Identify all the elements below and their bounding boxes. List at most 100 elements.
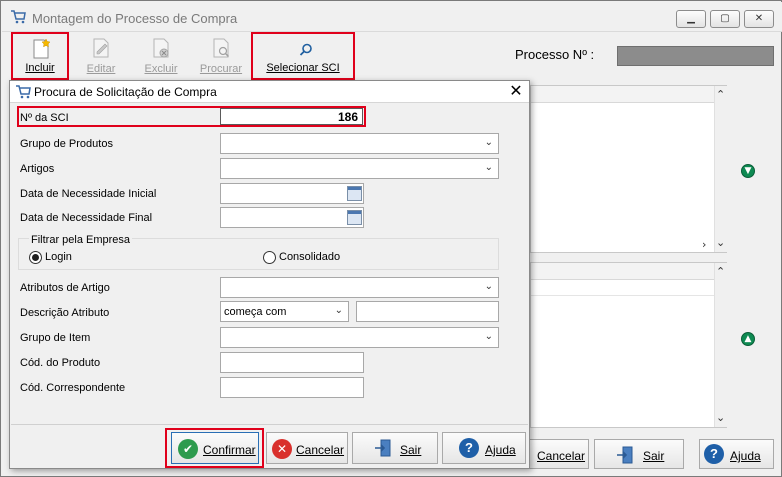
chevron-down-icon: ⌄ — [484, 137, 493, 148]
maximize-icon: ▢ — [720, 13, 730, 24]
dialog-ajuda-label: Ajuda — [485, 443, 516, 457]
radio-consolidado[interactable] — [263, 251, 276, 264]
calendar-icon[interactable] — [347, 186, 362, 201]
main-titlebar: Montagem do Processo de Compra ▁ ▢ ✕ — [2, 2, 782, 32]
confirmar-label: Confirmar — [203, 443, 256, 457]
lower-grid-header — [531, 263, 714, 280]
cancel-icon: ✕ — [272, 439, 292, 459]
descricao-atributo-input[interactable] — [356, 301, 499, 322]
n-sci-value: 186 — [337, 110, 358, 124]
main-sair-label: Sair — [643, 449, 665, 463]
dialog-sair-label: Sair — [400, 443, 422, 457]
scroll-up-icon[interactable]: ⌃ — [716, 88, 725, 101]
filtrar-empresa-label: Filtrar pela Empresa — [29, 234, 133, 246]
close-icon: ✕ — [754, 13, 764, 24]
scroll-down-icon[interactable]: ⌄ — [716, 411, 725, 424]
upper-grid-scrollbar[interactable]: ⌃ ⌄ — [714, 86, 727, 252]
cod-produto-label: Cód. do Produto — [20, 357, 101, 369]
new-document-icon — [33, 38, 51, 59]
artigos-combo[interactable]: ⌄ — [220, 158, 499, 179]
dialog-titlebar: Procura de Solicitação de Compra ✕ — [10, 81, 529, 103]
cod-produto-input[interactable] — [220, 352, 364, 373]
cart-icon — [16, 85, 31, 99]
scroll-right-icon[interactable]: › — [702, 238, 706, 251]
chevron-down-icon: ⌄ — [334, 305, 343, 316]
check-icon: ✔ — [178, 439, 198, 459]
close-icon[interactable]: ✕ — [507, 82, 525, 100]
selecionar-sci-label: Selecionar SCI — [266, 62, 340, 74]
chevron-down-icon: ⌄ — [484, 281, 493, 292]
selecionar-sci-button[interactable]: Selecionar SCI — [251, 32, 355, 80]
close-window-button[interactable]: ✕ — [744, 10, 774, 28]
grupo-item-combo[interactable]: ⌄ — [220, 327, 499, 348]
grupo-item-label: Grupo de Item — [20, 332, 91, 344]
data-final-input[interactable] — [220, 207, 364, 228]
data-inicial-input[interactable] — [220, 183, 364, 204]
move-down-icon[interactable]: ▼ — [741, 164, 755, 178]
radio-login-label: Login — [45, 251, 72, 263]
calendar-icon[interactable] — [347, 210, 362, 225]
search-icon — [299, 43, 312, 56]
incluir-button[interactable]: Incluir — [11, 32, 69, 80]
processo-label: Processo Nº : — [515, 47, 595, 62]
dialog-separator — [11, 424, 528, 425]
delete-document-icon — [153, 38, 169, 58]
radio-consolidado-label: Consolidado — [279, 251, 341, 263]
chevron-down-icon: ⌄ — [484, 162, 493, 173]
help-icon: ? — [459, 438, 479, 458]
cart-icon — [11, 10, 26, 24]
main-cancelar-label: Cancelar — [537, 449, 586, 463]
chevron-down-icon: ⌄ — [484, 331, 493, 342]
processo-field — [617, 46, 774, 66]
editar-label: Editar — [86, 63, 116, 75]
search-sci-dialog: Procura de Solicitação de Compra ✕ Nº da… — [9, 80, 530, 469]
data-final-label: Data de Necessidade Final — [20, 212, 153, 224]
n-sci-input[interactable]: 186 — [220, 108, 363, 125]
upper-grid-panel: ⌃ ⌄ › — [530, 85, 727, 253]
procurar-label: Procurar — [199, 63, 243, 75]
grupo-produtos-combo[interactable]: ⌄ — [220, 133, 499, 154]
descricao-operator-select[interactable]: começa com ⌄ — [220, 301, 349, 322]
confirmar-button[interactable]: ✔ Confirmar — [171, 432, 259, 464]
cod-correspondente-label: Cód. Correspondente — [20, 382, 126, 394]
main-ajuda-label: Ajuda — [730, 449, 761, 463]
radio-login[interactable] — [29, 251, 42, 264]
window-title: Montagem do Processo de Compra — [32, 11, 238, 26]
help-icon: ? — [704, 444, 724, 464]
cod-correspondente-input[interactable] — [220, 377, 364, 398]
upper-grid-header — [531, 86, 714, 103]
excluir-button[interactable]: Excluir — [133, 33, 189, 79]
excluir-label: Excluir — [144, 63, 178, 75]
procurar-button[interactable]: Procurar — [193, 33, 249, 79]
lower-grid-scrollbar[interactable]: ⌃ ⌄ — [714, 263, 727, 427]
main-sair-button[interactable]: Sair — [594, 439, 684, 469]
main-cancelar-button[interactable]: Cancelar — [526, 439, 589, 469]
exit-door-icon — [375, 439, 391, 457]
maximize-button[interactable]: ▢ — [710, 10, 740, 28]
atributos-artigo-label: Atributos de Artigo — [20, 282, 110, 294]
lower-grid-row[interactable] — [531, 280, 714, 296]
lower-grid-panel: ⌃ ⌄ — [530, 262, 727, 428]
edit-document-icon — [93, 38, 109, 58]
editar-button[interactable]: Editar — [73, 33, 129, 79]
search-document-icon — [213, 38, 230, 58]
dialog-cancelar-button[interactable]: ✕ Cancelar — [266, 432, 348, 464]
move-up-icon[interactable]: ▲ — [741, 332, 755, 346]
descricao-atributo-label: Descrição Atributo — [20, 307, 110, 319]
incluir-label: Incluir — [25, 62, 55, 74]
minimize-button[interactable]: ▁ — [676, 10, 706, 28]
dialog-cancelar-label: Cancelar — [296, 443, 345, 457]
atributos-artigo-combo[interactable]: ⌄ — [220, 277, 499, 298]
main-ajuda-button[interactable]: ? Ajuda — [699, 439, 774, 469]
dialog-title: Procura de Solicitação de Compra — [34, 85, 217, 99]
artigos-label: Artigos — [20, 163, 55, 175]
exit-door-icon — [617, 446, 633, 464]
dialog-sair-button[interactable]: Sair — [352, 432, 438, 464]
scroll-down-icon[interactable]: ⌄ — [716, 236, 725, 249]
descricao-operator-value: começa com — [224, 306, 287, 318]
minimize-icon: ▁ — [687, 13, 695, 24]
n-sci-label: Nº da SCI — [20, 112, 69, 124]
scroll-up-icon[interactable]: ⌃ — [716, 265, 725, 278]
dialog-ajuda-button[interactable]: ? Ajuda — [442, 432, 526, 464]
grupo-produtos-label: Grupo de Produtos — [20, 138, 113, 150]
